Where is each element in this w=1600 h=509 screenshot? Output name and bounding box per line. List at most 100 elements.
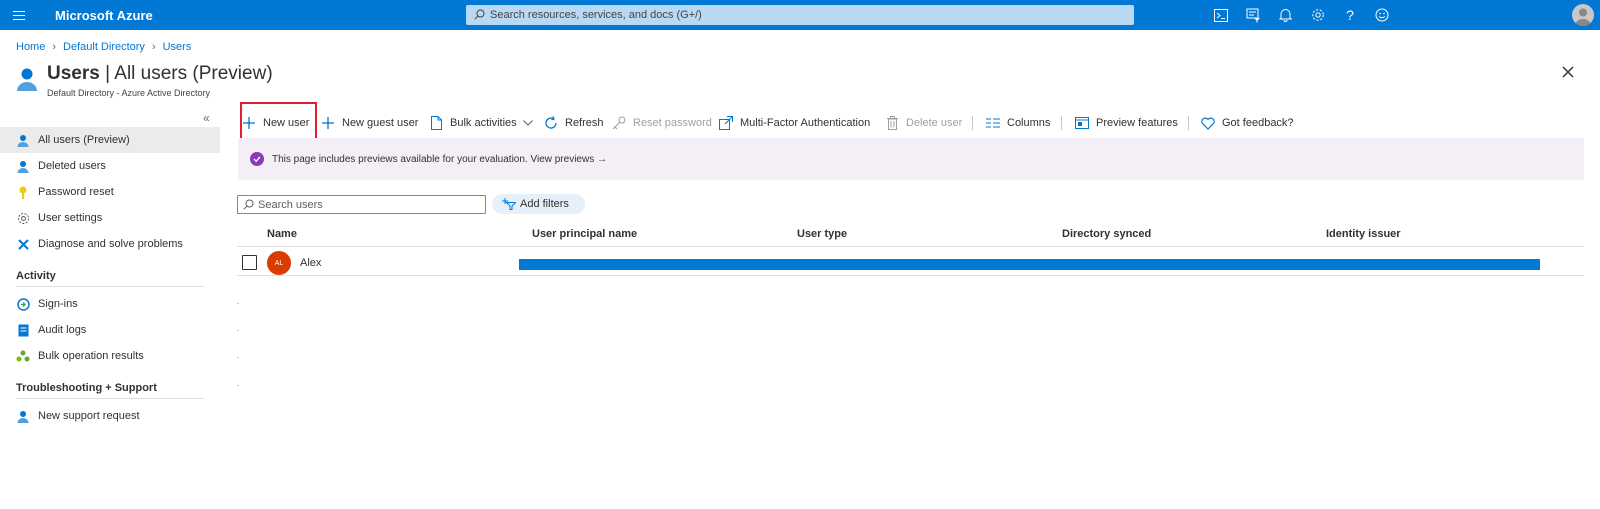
columns-icon — [985, 115, 1001, 131]
sidebar-item-label: All users (Preview) — [38, 134, 130, 146]
cloud-shell-icon[interactable] — [1212, 6, 1230, 24]
got-feedback-label: Got feedback? — [1222, 117, 1294, 129]
placeholder-dot — [237, 385, 239, 386]
search-icon — [474, 9, 485, 23]
placeholder-dot — [237, 303, 239, 304]
avatar: AL — [267, 251, 291, 275]
page-title-rest: | All users (Preview) — [105, 63, 273, 84]
help-icon[interactable]: ? — [1341, 6, 1359, 24]
sidebar-item-sign-ins[interactable]: Sign-ins — [0, 291, 220, 317]
placeholder-dot — [237, 330, 239, 331]
reset-password-label: Reset password — [633, 117, 712, 129]
breadcrumb-users[interactable]: Users — [163, 41, 192, 53]
sidebar-item-diagnose[interactable]: Diagnose and solve problems — [0, 231, 220, 257]
sidebar-item-label: Audit logs — [38, 324, 87, 336]
group-icon — [16, 349, 30, 363]
reset-password-button[interactable]: Reset password — [611, 110, 712, 136]
global-search-placeholder: Search resources, services, and docs (G+… — [490, 9, 702, 21]
placeholder-dot — [237, 357, 239, 358]
mfa-button[interactable]: Multi-Factor Authentication — [718, 110, 870, 136]
sidebar-item-label: New support request — [38, 410, 140, 422]
close-icon[interactable] — [1561, 65, 1577, 81]
external-link-icon — [718, 115, 734, 131]
new-guest-user-button[interactable]: New guest user — [320, 110, 418, 136]
sidebar-item-label: User settings — [38, 212, 103, 224]
support-heading: Troubleshooting + Support — [16, 382, 157, 394]
preview-features-icon — [1074, 115, 1090, 131]
refresh-button[interactable]: Refresh — [543, 110, 604, 136]
command-separator — [972, 116, 973, 130]
command-separator — [1188, 116, 1189, 130]
feedback-smiley-icon[interactable] — [1373, 6, 1391, 24]
breadcrumb-home[interactable]: Home — [16, 41, 45, 53]
divider — [16, 398, 204, 399]
chevron-right-icon: › — [151, 41, 156, 53]
column-header-name[interactable]: Name — [267, 228, 297, 240]
account-avatar-icon[interactable] — [1572, 4, 1594, 26]
preview-features-button[interactable]: Preview features — [1074, 110, 1178, 136]
sidebar-item-label: Deleted users — [38, 160, 106, 172]
key-icon — [16, 185, 30, 199]
row-checkbox[interactable] — [242, 255, 257, 270]
global-search-input[interactable]: Search resources, services, and docs (G+… — [466, 5, 1134, 25]
document-icon — [428, 115, 444, 131]
hamburger-menu-icon[interactable] — [11, 7, 27, 23]
sidebar-item-deleted-users[interactable]: Deleted users — [0, 153, 220, 179]
column-header-user-type[interactable]: User type — [797, 228, 847, 240]
activity-heading: Activity — [16, 270, 56, 282]
sidebar-item-bulk-results[interactable]: Bulk operation results — [0, 343, 220, 369]
add-filters-button[interactable]: Add filters — [492, 194, 585, 214]
plus-icon — [320, 115, 336, 131]
settings-icon[interactable] — [1309, 6, 1327, 24]
delete-user-button[interactable]: Delete user — [884, 110, 962, 136]
sidebar-item-label: Bulk operation results — [38, 350, 144, 362]
new-user-button[interactable]: New user — [241, 110, 309, 136]
redacted-bar — [519, 259, 1540, 270]
notifications-icon[interactable] — [1276, 6, 1294, 24]
mfa-label: Multi-Factor Authentication — [740, 117, 871, 129]
divider — [16, 286, 204, 287]
collapse-sidebar-icon[interactable]: « — [203, 111, 210, 125]
command-separator — [1061, 116, 1062, 130]
column-header-upn[interactable]: User principal name — [532, 228, 637, 240]
bulk-activities-dropdown[interactable]: Bulk activities — [428, 110, 533, 136]
sidebar-item-label: Diagnose and solve problems — [38, 238, 183, 250]
sidebar-item-password-reset[interactable]: Password reset — [0, 179, 220, 205]
checkmark-circle-icon — [250, 152, 264, 166]
preview-banner: This page includes previews available fo… — [238, 138, 1584, 180]
top-bar: Microsoft Azure Search resources, servic… — [0, 0, 1600, 30]
chevron-right-icon: › — [52, 41, 57, 53]
sidebar-item-new-support-request[interactable]: New support request — [0, 403, 220, 429]
preview-banner-text[interactable]: This page includes previews available fo… — [272, 154, 607, 165]
sidebar-item-user-settings[interactable]: User settings — [0, 205, 220, 231]
log-icon — [16, 323, 30, 337]
sidebar-item-audit-logs[interactable]: Audit logs — [0, 317, 220, 343]
search-icon — [243, 199, 254, 213]
support-user-icon — [16, 409, 30, 423]
user-icon — [16, 159, 30, 173]
trash-icon — [884, 115, 900, 131]
sidebar-item-label: Sign-ins — [38, 298, 78, 310]
wrench-icon — [16, 237, 30, 251]
refresh-label: Refresh — [565, 117, 604, 129]
search-users-placeholder: Search users — [258, 198, 323, 211]
page-subtitle: Default Directory - Azure Active Directo… — [47, 88, 211, 98]
key-icon — [611, 115, 627, 131]
gear-icon — [16, 211, 30, 225]
sidebar-item-all-users[interactable]: All users (Preview) — [0, 127, 220, 153]
got-feedback-button[interactable]: Got feedback? — [1200, 110, 1294, 136]
refresh-icon — [543, 115, 559, 131]
bulk-activities-label: Bulk activities — [450, 117, 517, 129]
columns-label: Columns — [1007, 117, 1051, 129]
directory-filter-icon[interactable] — [1244, 6, 1262, 24]
page-title-main: Users — [47, 63, 100, 84]
columns-button[interactable]: Columns — [985, 110, 1050, 136]
user-name[interactable]: Alex — [300, 257, 321, 269]
column-header-directory-synced[interactable]: Directory synced — [1062, 228, 1151, 240]
column-header-identity-issuer[interactable]: Identity issuer — [1326, 228, 1401, 240]
breadcrumb-default-directory[interactable]: Default Directory — [63, 41, 145, 53]
new-user-label: New user — [263, 117, 310, 129]
new-guest-user-label: New guest user — [342, 117, 419, 129]
search-users-input[interactable]: Search users — [237, 195, 486, 214]
brand-title[interactable]: Microsoft Azure — [55, 8, 153, 23]
